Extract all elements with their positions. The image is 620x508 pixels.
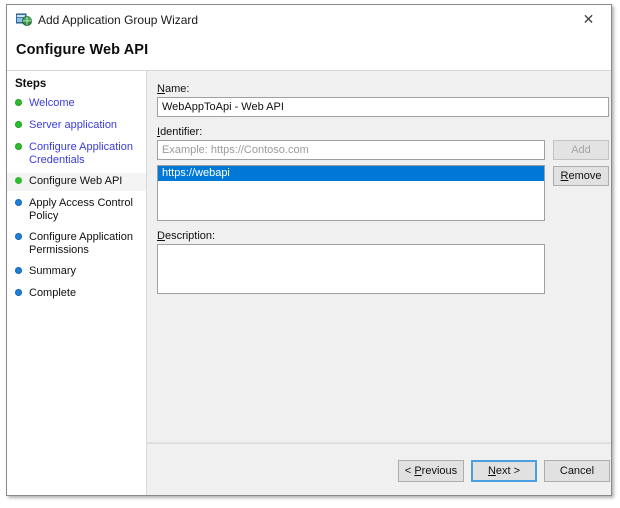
identifier-listbox[interactable]: https://webapi bbox=[157, 165, 545, 221]
step-label: Summary bbox=[29, 265, 77, 277]
steps-sidebar: Steps Welcome Server application Configu… bbox=[7, 70, 147, 495]
step-bullet-icon bbox=[15, 199, 22, 206]
next-button[interactable]: Next > bbox=[471, 460, 537, 482]
close-icon[interactable]: ✕ bbox=[566, 5, 611, 34]
sidebar-item-apply-access-control-policy[interactable]: Apply Access Control Policy bbox=[7, 195, 146, 225]
sidebar-item-summary[interactable]: Summary bbox=[7, 263, 146, 281]
footer-bar: < Previous Next > Cancel bbox=[147, 442, 611, 495]
steps-heading: Steps bbox=[15, 78, 47, 90]
step-bullet-icon bbox=[15, 177, 22, 184]
cancel-button[interactable]: Cancel bbox=[544, 460, 610, 482]
step-bullet-icon bbox=[15, 267, 22, 274]
wizard-body: Steps Welcome Server application Configu… bbox=[7, 70, 611, 495]
step-bullet-icon bbox=[15, 143, 22, 150]
form-panel: Name: Identifier: Add https://webapi Rem… bbox=[147, 71, 611, 443]
step-label: Configure Web API bbox=[29, 175, 123, 187]
main-panel: Name: Identifier: Add https://webapi Rem… bbox=[147, 70, 611, 495]
footer-separator bbox=[147, 443, 611, 444]
add-button[interactable]: Add bbox=[553, 140, 609, 160]
step-bullet-icon bbox=[15, 121, 22, 128]
title-bar: Add Application Group Wizard ✕ bbox=[7, 5, 611, 35]
step-label: Complete bbox=[29, 287, 77, 299]
step-label: Configure Application Permissions bbox=[29, 231, 133, 256]
list-item[interactable]: https://webapi bbox=[158, 166, 544, 181]
remove-button[interactable]: Remove bbox=[553, 166, 609, 186]
step-label: Apply Access Control Policy bbox=[29, 197, 133, 222]
app-group-wizard-icon bbox=[15, 13, 32, 27]
identifier-input[interactable] bbox=[157, 140, 545, 160]
step-label: Server application bbox=[29, 119, 118, 131]
step-bullet-icon bbox=[15, 289, 22, 296]
sidebar-item-server-application[interactable]: Server application bbox=[7, 117, 146, 135]
identifier-label: Identifier: bbox=[157, 126, 203, 138]
wizard-window: Add Application Group Wizard ✕ Configure… bbox=[6, 4, 612, 496]
sidebar-item-complete[interactable]: Complete bbox=[7, 285, 146, 303]
sidebar-item-welcome[interactable]: Welcome bbox=[7, 95, 146, 113]
sidebar-item-configure-application-credentials[interactable]: Configure Application Credentials bbox=[7, 139, 146, 169]
step-bullet-icon bbox=[15, 233, 22, 240]
step-label: Configure Application Credentials bbox=[29, 141, 133, 166]
step-label: Welcome bbox=[29, 97, 75, 109]
page-title: Configure Web API bbox=[16, 42, 149, 58]
description-label: Description: bbox=[157, 230, 216, 242]
sidebar-item-configure-application-permissions[interactable]: Configure Application Permissions bbox=[7, 229, 146, 259]
description-textarea[interactable] bbox=[157, 244, 545, 294]
previous-button[interactable]: < Previous bbox=[398, 460, 464, 482]
sidebar-item-configure-web-api[interactable]: Configure Web API bbox=[7, 173, 146, 191]
window-title: Add Application Group Wizard bbox=[38, 13, 199, 27]
name-input[interactable] bbox=[157, 97, 609, 117]
page-header: Configure Web API bbox=[7, 35, 611, 70]
step-bullet-icon bbox=[15, 99, 22, 106]
name-label: Name: bbox=[157, 83, 190, 95]
